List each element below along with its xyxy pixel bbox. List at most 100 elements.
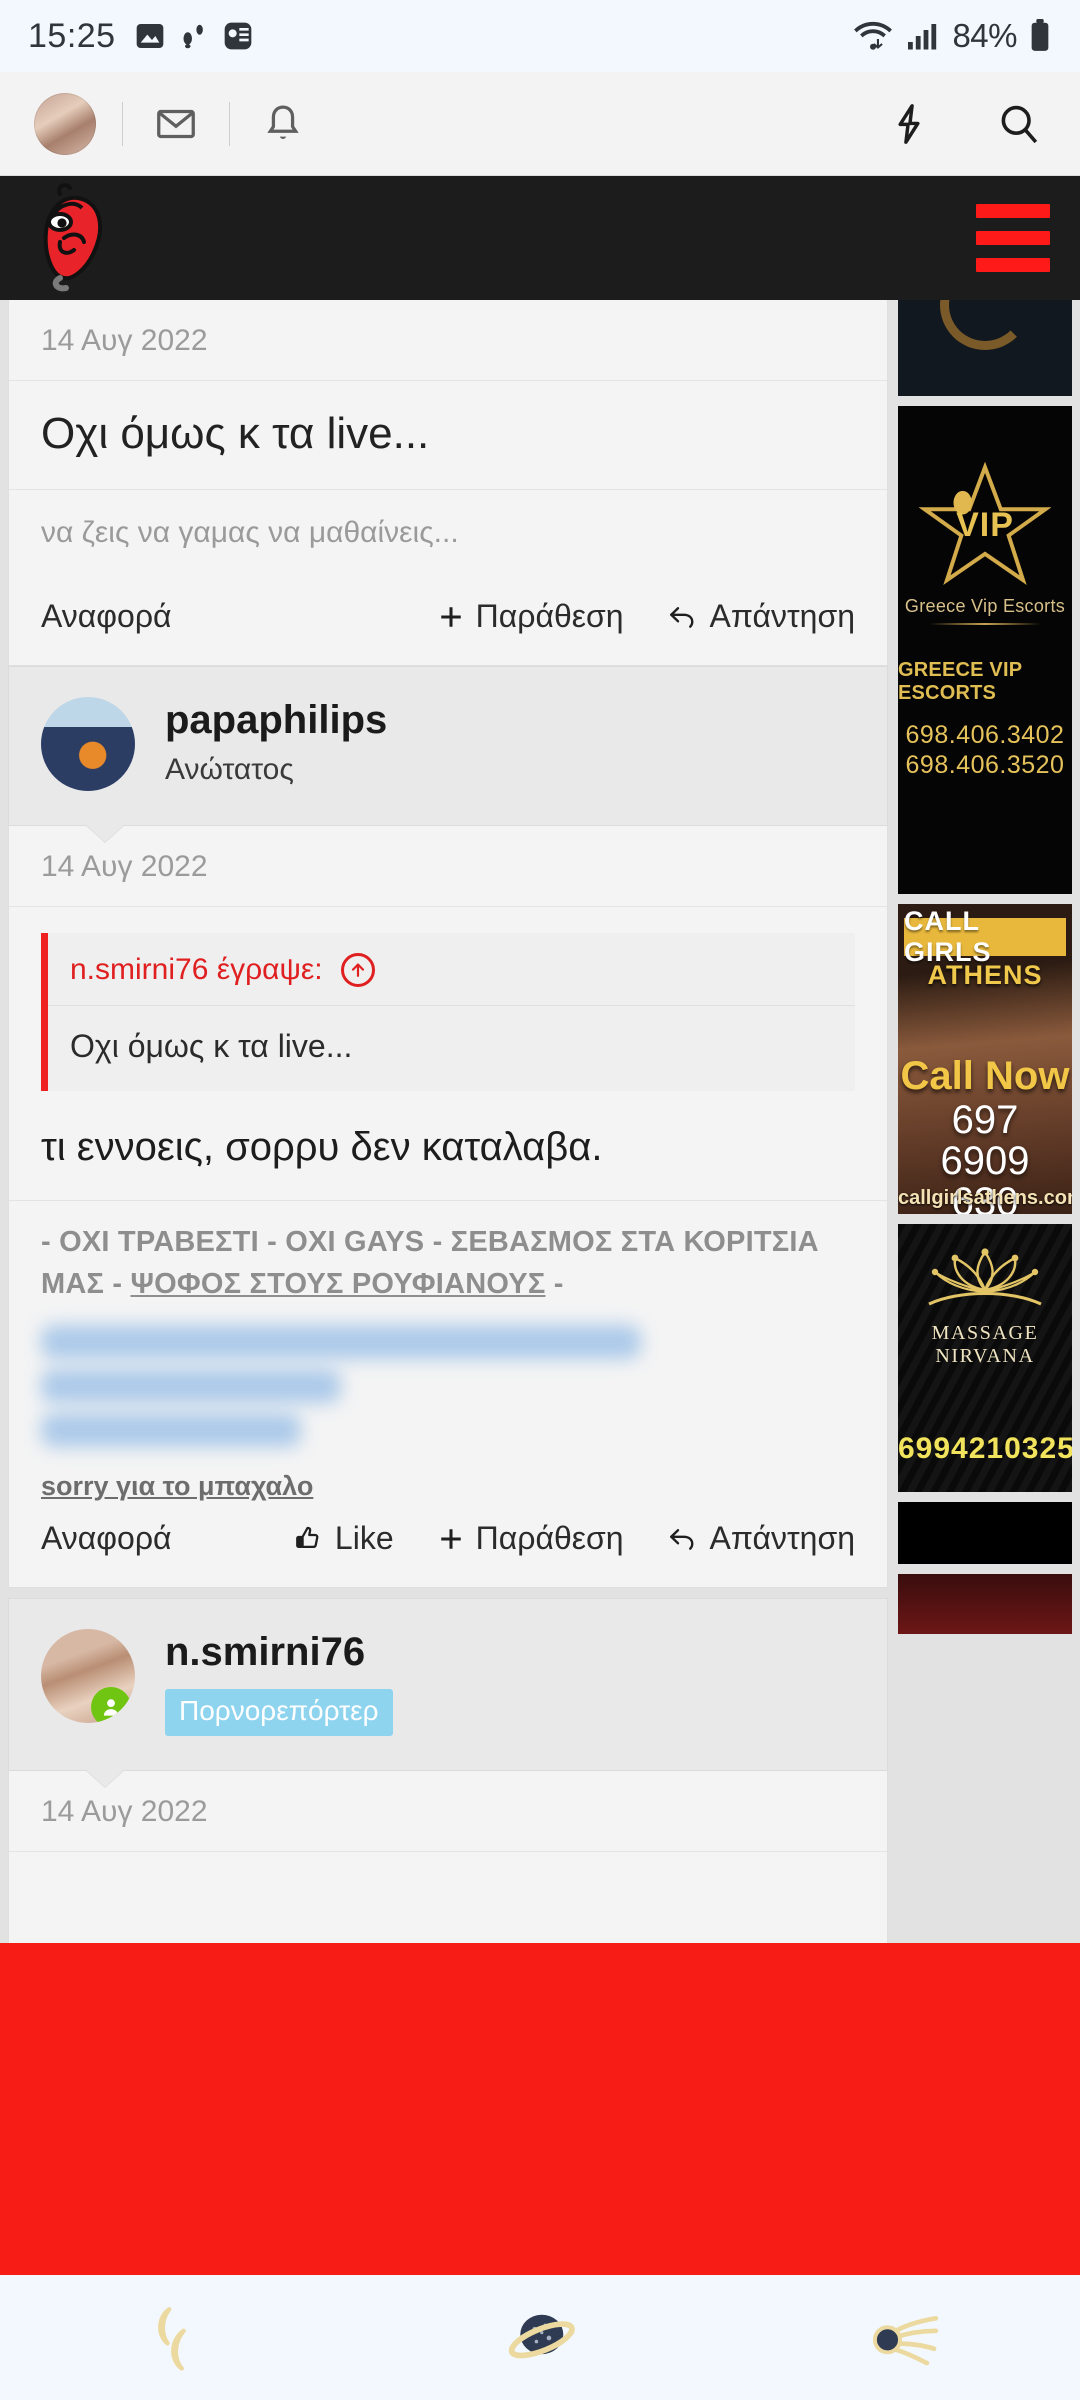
mn-title: MASSAGE NIRVANA xyxy=(931,1322,1039,1367)
like-label: Like xyxy=(334,1520,394,1557)
redacted-line xyxy=(41,1413,301,1448)
report-label: Αναφορά xyxy=(41,1520,172,1557)
post-date: 14 Αυγ 2022 xyxy=(9,1771,887,1853)
lotus-crown-icon xyxy=(898,1246,1072,1315)
phone-screen: 15:25 84% 14 Αυγ 2022 Οχι όμως κ τα live… xyxy=(0,0,1080,2400)
quote-button[interactable]: Παράθεση xyxy=(438,598,624,635)
post-signature: - ΟΧΙ ΤΡΑΒΕΣΤΙ - ΟΧΙ GAYS - ΣΕΒΑΣΜΟΣ ΣΤΑ… xyxy=(9,1201,887,1305)
red-ad-overlay[interactable] xyxy=(0,1943,1080,2275)
status-badge: Πορνορεπόρτερ xyxy=(165,1689,393,1737)
battery-percent: 84% xyxy=(952,17,1017,54)
post-user-header: n.smirni76 Πορνορεπόρτερ xyxy=(8,1598,888,1772)
username[interactable]: n.smirni76 xyxy=(165,1629,393,1675)
image-icon xyxy=(136,24,163,48)
post-card: 14 Αυγ 2022 n.smirni76 έγραψε: Οχι όμως … xyxy=(8,826,888,1589)
quote-button[interactable]: Παράθεση xyxy=(438,1520,624,1557)
status-system-icons: 84% xyxy=(852,17,1052,55)
vip-title: GREECE VIP ESCORTS xyxy=(898,659,1022,704)
bottom-navigation-bar xyxy=(0,2275,1080,2400)
signature-line-2a: ΜΑΣ - xyxy=(41,1268,131,1301)
cg-cta: Call Now xyxy=(900,1054,1070,1098)
post-user-header: papaphilips Ανώτατος xyxy=(8,666,888,826)
vip-phone-2: 698.406.3520 xyxy=(905,750,1065,779)
user-rank: Ανώτατος xyxy=(165,753,294,786)
footsteps-icon xyxy=(183,24,203,49)
reply-button[interactable]: Απάντηση xyxy=(668,598,855,635)
reply-label: Απάντηση xyxy=(709,598,855,634)
toolbar-divider-2 xyxy=(229,101,230,146)
call-girls-athens-ad[interactable]: CALL GIRLS ATHENS Call Now 697 6909 630 … xyxy=(898,904,1072,1214)
massage-nirvana-ad[interactable]: MASSAGE NIRVANA 6994210325 xyxy=(898,1224,1072,1492)
post-card: 14 Αυγ 2022 Οχι όμως κ τα live... να ζει… xyxy=(8,300,888,666)
thumbs-up-icon xyxy=(296,1526,319,1548)
status-bar: 15:25 84% xyxy=(0,0,1080,72)
reply-label: Απάντηση xyxy=(709,1520,855,1557)
like-button[interactable]: Like xyxy=(293,1520,394,1557)
mail-icon[interactable] xyxy=(149,97,203,151)
vip-star-icon: VIP xyxy=(918,461,1052,588)
search-icon[interactable] xyxy=(992,97,1046,151)
signature-note[interactable]: sorry για το μπαχαλο xyxy=(9,1457,887,1502)
online-status-icon xyxy=(91,1687,131,1724)
vip-label: VIP xyxy=(956,506,1014,544)
toolbar-right-actions xyxy=(882,97,1046,151)
signal-icon xyxy=(908,24,937,50)
post-date: 14 Αυγ 2022 xyxy=(9,300,887,381)
home-planet-icon[interactable] xyxy=(360,2295,720,2381)
site-logo-icon[interactable] xyxy=(30,182,126,294)
lightning-icon[interactable] xyxy=(882,97,936,151)
quote-block: n.smirni76 έγραψε: Οχι όμως κ τα live... xyxy=(41,933,855,1091)
report-label: Αναφορά xyxy=(41,598,172,634)
sidebar-ads: VIP Greece Vip Escorts GREECE VIP ESCORT… xyxy=(898,300,1072,1644)
quote-author-label[interactable]: n.smirni76 έγραψε: xyxy=(70,953,323,987)
redacted-line xyxy=(41,1325,641,1360)
vip-caption: Greece Vip Escorts xyxy=(904,596,1066,616)
post-title: Οχι όμως κ τα live... xyxy=(9,381,887,490)
redacted-links xyxy=(9,1305,887,1448)
vip-phone-1: 698.406.3402 xyxy=(905,721,1065,749)
mn-phone: 6994210325 xyxy=(898,1432,1072,1465)
partial-ad-top[interactable] xyxy=(898,300,1072,396)
post-actions: Αναφορά Like Παράθεση Απάντηση xyxy=(9,1502,887,1587)
post-body: τι εννοεις, σορρυ δεν καταλαβα. xyxy=(9,1091,887,1201)
signature-line-2c: - xyxy=(545,1268,564,1301)
status-notification-icons xyxy=(134,20,254,52)
quote-block-wrapper: n.smirni76 έγραψε: Οχι όμως κ τα live... xyxy=(9,907,887,1091)
avatar[interactable] xyxy=(41,697,135,791)
swirl-decoration-icon xyxy=(940,300,1030,350)
battery-icon xyxy=(1031,19,1049,51)
avatar[interactable] xyxy=(41,1629,135,1724)
bell-icon[interactable] xyxy=(256,97,310,151)
vip-rule xyxy=(929,623,1041,625)
post-actions: Αναφορά Παράθεση Απάντηση xyxy=(9,580,887,665)
quote-text: Οχι όμως κ τα live... xyxy=(70,1028,353,1064)
wifi-icon xyxy=(854,21,893,50)
report-button[interactable]: Αναφορά xyxy=(41,1520,172,1557)
site-header xyxy=(0,176,1080,300)
reply-button[interactable]: Απάντηση xyxy=(668,1520,855,1557)
redacted-line xyxy=(41,1369,341,1404)
toolbar-divider-1 xyxy=(122,101,123,146)
quote-label: Παράθεση xyxy=(475,1520,624,1557)
reply-arrow-icon xyxy=(669,1528,693,1550)
partial-ad-red[interactable] xyxy=(898,1574,1072,1634)
plus-icon xyxy=(440,1528,461,1549)
jump-to-post-arrow-icon[interactable] xyxy=(340,953,375,987)
post-signature: να ζεις να γαμας να μαθαίνεις... xyxy=(41,516,459,549)
username[interactable]: papaphilips xyxy=(165,697,387,743)
recents-comet-icon[interactable] xyxy=(720,2295,1080,2381)
plus-icon xyxy=(440,606,461,627)
thread-content: 14 Αυγ 2022 Οχι όμως κ τα live... να ζει… xyxy=(8,300,888,1974)
browser-toolbar xyxy=(0,72,1080,176)
signature-link[interactable]: ΨΟΦΟΣ ΣΤΟΥΣ ΡΟΥΦΙΑΝΟΥΣ xyxy=(130,1268,545,1300)
avatar[interactable] xyxy=(34,92,96,155)
quote-label: Παράθεση xyxy=(475,598,624,634)
back-crescents-icon[interactable] xyxy=(0,2295,360,2381)
app-icon xyxy=(224,22,251,50)
signature-line-1: - ΟΧΙ ΤΡΑΒΕΣΤΙ - ΟΧΙ GAYS - ΣΕΒΑΣΜΟΣ ΣΤΑ… xyxy=(41,1226,819,1258)
cg-subheadline: ATHENS xyxy=(927,960,1043,990)
hamburger-menu-icon[interactable] xyxy=(976,204,1050,272)
report-button[interactable]: Αναφορά xyxy=(41,598,172,635)
greece-vip-escorts-ad[interactable]: VIP Greece Vip Escorts GREECE VIP ESCORT… xyxy=(898,406,1072,894)
partial-ad-dark[interactable] xyxy=(898,1502,1072,1564)
